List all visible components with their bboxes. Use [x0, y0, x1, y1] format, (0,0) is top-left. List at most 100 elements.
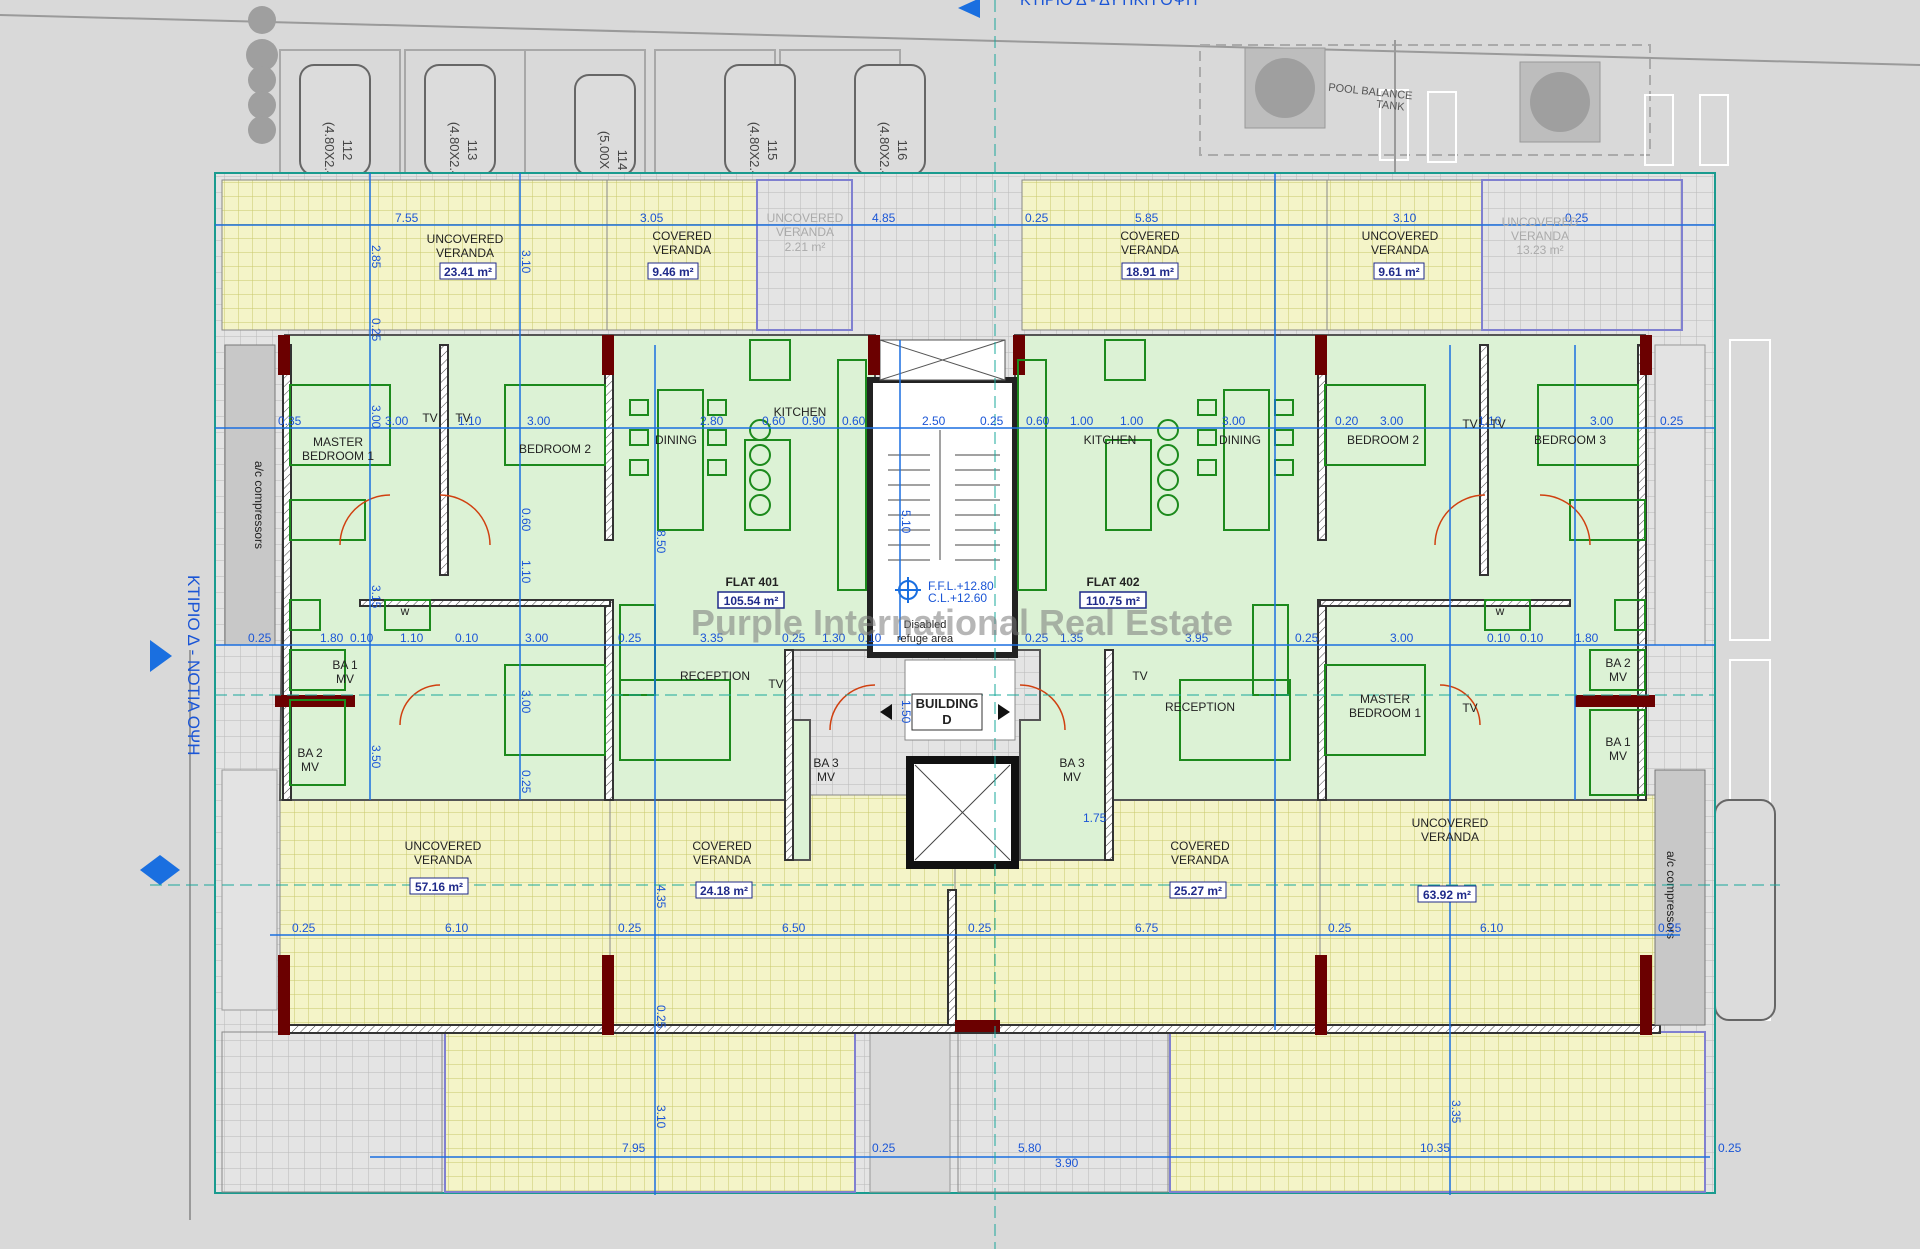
room-ba3-right-l1: BA 3: [1059, 756, 1085, 770]
dim-low-r-7: 0.10: [1520, 631, 1544, 645]
watermark-text: Purple International Real Estate: [691, 602, 1233, 643]
parking-113-label: 113: [465, 140, 480, 161]
parking-112-label: 112: [340, 140, 355, 161]
room-master-1-l1: MASTER: [313, 435, 363, 449]
veranda-top-1-l2: VERANDA: [436, 246, 494, 260]
room-master-1-l2: BEDROOM 1: [302, 449, 374, 463]
building-letter: D: [942, 712, 951, 727]
veranda-top-1-l1: UNCOVERED: [427, 232, 504, 246]
building-label: BUILDING: [916, 696, 979, 711]
veranda-bot-3-l2: VERANDA: [1171, 853, 1229, 867]
ac-label-left: a/c compressors: [252, 461, 266, 549]
room-ba3-right-l2: MV: [1063, 770, 1081, 784]
dim-v-13: 0.25: [654, 1005, 668, 1029]
tv-label-3: TV: [768, 677, 783, 691]
tv-label-7: TV: [1462, 701, 1477, 715]
room-ba2-right-l1: BA 2: [1605, 656, 1631, 670]
room-ba1-left-l2: MV: [336, 672, 354, 686]
room-dining-right: DINING: [1219, 433, 1261, 447]
veranda-bot-2-l2: VERANDA: [693, 853, 751, 867]
veranda-bot-4-l1: UNCOVERED: [1412, 816, 1489, 830]
dim-mid-l-4: 3.00: [527, 414, 551, 428]
dim-v-17: 1.75: [1083, 811, 1107, 825]
dim-mid-r-4: 1.00: [1120, 414, 1144, 428]
veranda-top-4-area: 18.91 m²: [1126, 265, 1174, 279]
veranda-top-3-area: 2.21 m²: [785, 240, 826, 254]
dim-foot-4: 3.90: [1055, 1156, 1079, 1170]
dim-bot-5: 0.25: [968, 921, 992, 935]
veranda-top-4-l1: COVERED: [1120, 229, 1180, 243]
veranda-top-6-area: 13.23 m²: [1516, 243, 1563, 257]
veranda-bot-2-l1: COVERED: [692, 839, 752, 853]
veranda-top-2-l1: COVERED: [652, 229, 712, 243]
veranda-bot-1-l1: UNCOVERED: [405, 839, 482, 853]
dim-low-r-4: 0.25: [1295, 631, 1319, 645]
dim-low-l-2: 1.80: [320, 631, 344, 645]
dim-mid-r-6: 0.20: [1335, 414, 1359, 428]
dim-v-7: 3.15: [369, 585, 383, 609]
room-master-2-l1: MASTER: [1360, 692, 1410, 706]
veranda-bot-4-l2: VERANDA: [1421, 830, 1479, 844]
dim-low-l-7: 0.25: [618, 631, 642, 645]
dim-low-l-5: 0.10: [455, 631, 479, 645]
parking-113-size: (4.80X2.4: [447, 122, 462, 178]
dim-low-r-6: 0.10: [1487, 631, 1511, 645]
dim-v-18: 1.50: [899, 700, 913, 724]
dim-top-4: 0.25: [1025, 211, 1049, 225]
dim-v-4: 3.00: [369, 405, 383, 429]
room-ba1-right-l2: MV: [1609, 749, 1627, 763]
dim-low-r-8: 1.80: [1575, 631, 1599, 645]
floor-plan: 112 (4.80X2.4 113 (4.80X2.4 114 (5.00X 1…: [0, 0, 1920, 1249]
dim-mid-r-10: 0.25: [1660, 414, 1684, 428]
elevation-arrow-top-icon: [958, 0, 980, 18]
veranda-top-6-l1: UNCOVERED: [1502, 215, 1579, 229]
room-bedroom-2-left: BEDROOM 2: [519, 442, 591, 456]
parking-116-label: 116: [895, 140, 910, 161]
veranda-top-3-l2: VERANDA: [776, 225, 834, 239]
parking-112-size: (4.80X2.4: [322, 122, 337, 178]
dim-bot-6: 6.75: [1135, 921, 1159, 935]
dim-v-10: 0.25: [519, 770, 533, 794]
dim-bot-7: 0.25: [1328, 921, 1352, 935]
tv-label-4: TV: [1132, 669, 1147, 683]
parking-115-label: 115: [765, 140, 780, 161]
dim-top-3: 4.85: [872, 211, 896, 225]
dim-v-5: 0.60: [519, 508, 533, 532]
dim-v-16: 5.10: [899, 510, 913, 534]
dim-mid-l-5: 2.80: [700, 414, 724, 428]
dim-v-15: 3.35: [1449, 1100, 1463, 1124]
veranda-bot-1-area: 57.16 m²: [415, 880, 463, 894]
elevation-top-label: ΚΤΙΡΙΟ Δ - ΔΥΤΙΚΗ ΟΨΗ: [1020, 0, 1198, 9]
dim-bot-4: 6.50: [782, 921, 806, 935]
room-reception-left: RECEPTION: [680, 669, 750, 683]
veranda-top-5-area: 9.61 m²: [1378, 265, 1419, 279]
parking-115-size: (4.80X2.4: [747, 122, 762, 178]
dim-mid-r-2: 0.60: [1026, 414, 1050, 428]
room-ba2-left-l1: BA 2: [297, 746, 323, 760]
tv-label-6: TV: [1490, 417, 1505, 431]
dim-low-l-3: 0.10: [350, 631, 374, 645]
room-kitchen-right: KITCHEN: [1084, 433, 1137, 447]
veranda-top-1-area: 23.41 m²: [444, 265, 492, 279]
dim-v-3: 0.25: [369, 318, 383, 342]
dim-mid-l-9: 2.50: [922, 414, 946, 428]
tv-label-5: TV: [1462, 417, 1477, 431]
veranda-top-6-l2: VERANDA: [1511, 229, 1569, 243]
room-ba2-left-l2: MV: [301, 760, 319, 774]
dim-v-12: 4.35: [654, 885, 668, 909]
dim-mid-l-8: 0.60: [842, 414, 866, 428]
room-ba3-left-l1: BA 3: [813, 756, 839, 770]
dim-foot-6: 0.25: [1718, 1141, 1742, 1155]
w-label-left: w: [400, 604, 410, 618]
dim-v-11: 8.50: [654, 530, 668, 554]
room-kitchen-left: KITCHEN: [774, 405, 827, 419]
dim-v-9: 3.50: [369, 745, 383, 769]
dim-mid-r-3: 1.00: [1070, 414, 1094, 428]
flat-402-name: FLAT 402: [1086, 575, 1139, 589]
dim-mid-l-1: 0.35: [278, 414, 302, 428]
dim-low-r-5: 3.00: [1390, 631, 1414, 645]
parking-116-size: (4.80X2.4: [877, 122, 892, 178]
tv-label-2: TV: [455, 411, 470, 425]
elevation-left-label: ΚΤΙΡΙΟ Δ - ΝΟΤΙΑ ΟΨΗ: [184, 575, 203, 755]
dim-low-l-6: 3.00: [525, 631, 549, 645]
